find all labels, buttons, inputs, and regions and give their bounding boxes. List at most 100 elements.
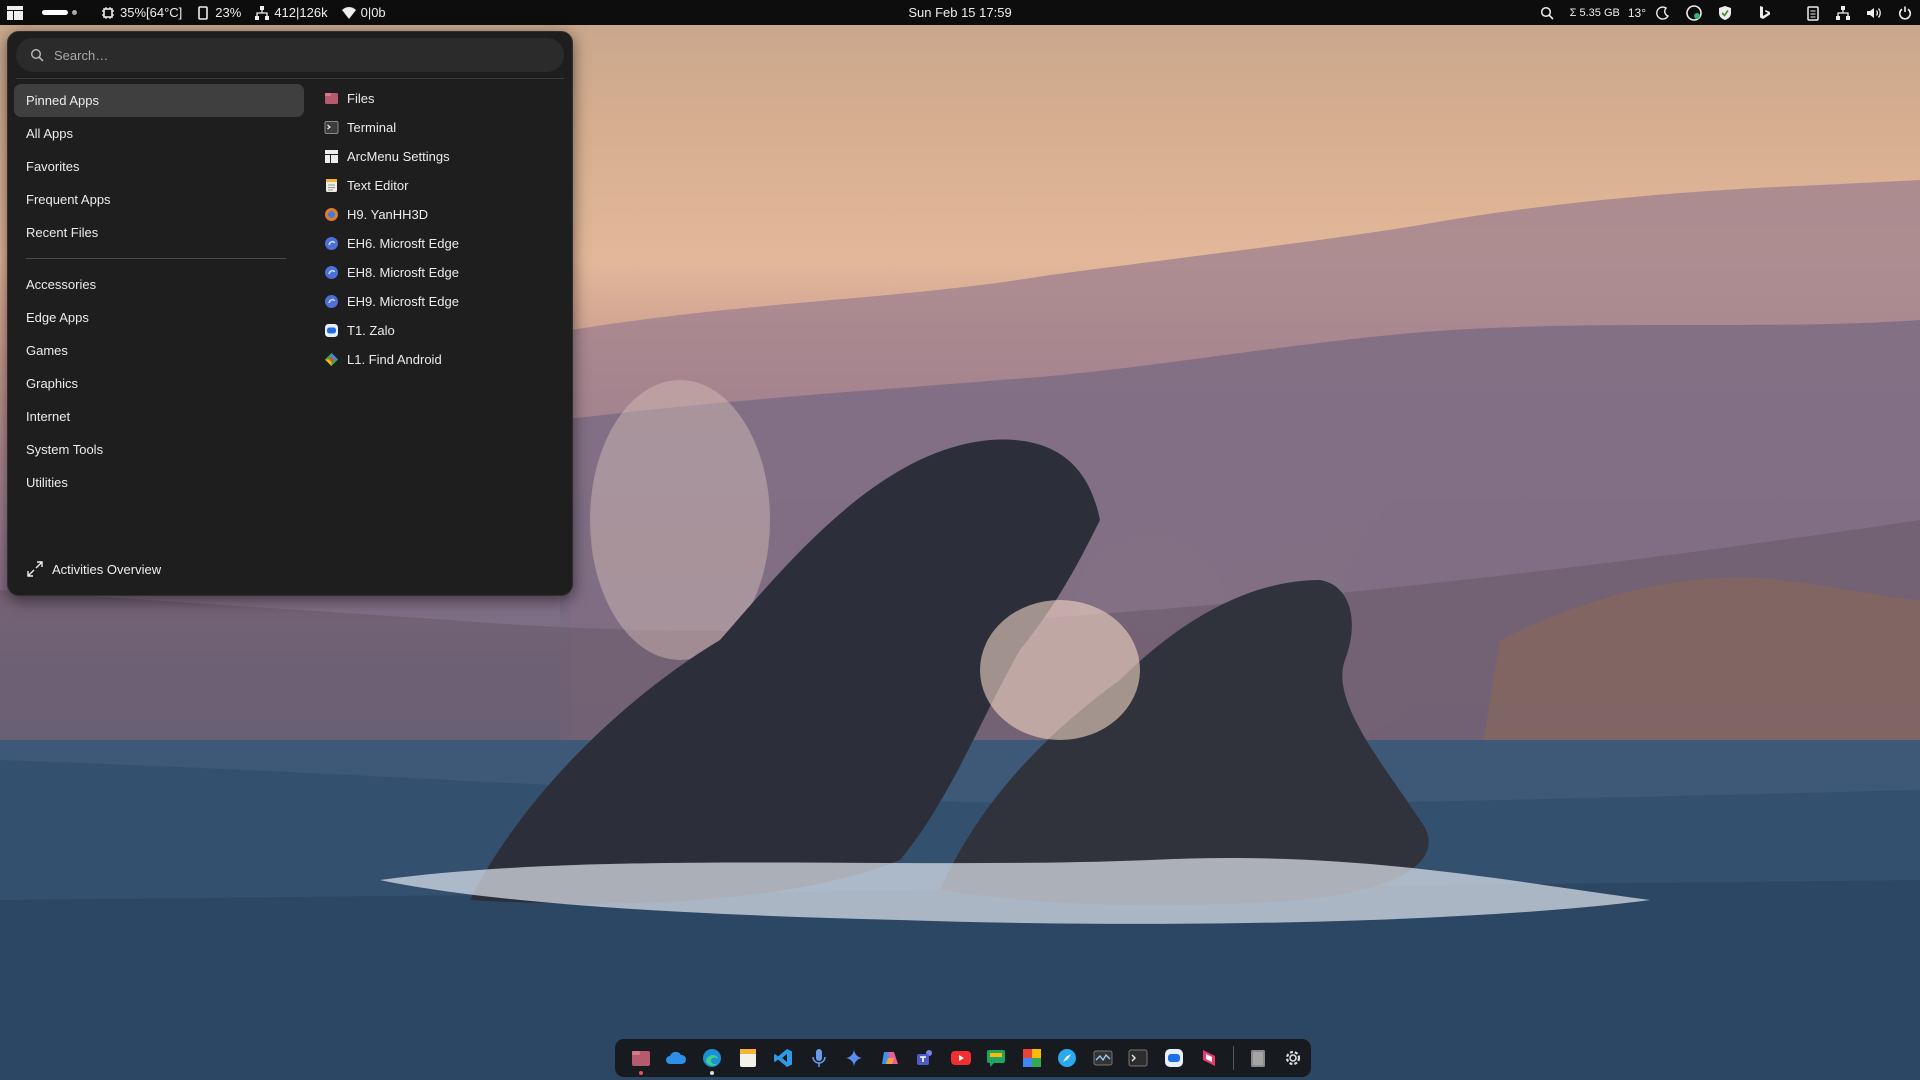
dock-item-voice-recorder[interactable] bbox=[808, 1047, 829, 1069]
search-icon[interactable] bbox=[1540, 6, 1554, 20]
edge-icon bbox=[703, 1049, 722, 1067]
dock-item-system-monitor[interactable] bbox=[1092, 1047, 1113, 1069]
category-pinned-apps[interactable]: Pinned Apps bbox=[14, 84, 304, 117]
safari-icon bbox=[1058, 1049, 1077, 1067]
category-internet[interactable]: Internet bbox=[14, 400, 304, 433]
teams-icon bbox=[917, 1050, 933, 1065]
trash-icon bbox=[1250, 1050, 1265, 1067]
dock-item-terminal[interactable] bbox=[1128, 1047, 1149, 1069]
shield-icon[interactable] bbox=[1718, 5, 1732, 21]
category-label: Utilities bbox=[26, 475, 68, 490]
dock-item-gemini[interactable] bbox=[843, 1047, 864, 1069]
app-text-editor[interactable]: Text Editor bbox=[324, 171, 564, 200]
dock-item-settings[interactable] bbox=[1282, 1047, 1303, 1069]
dock-item-diagram[interactable] bbox=[1199, 1047, 1220, 1069]
dock-item-trash[interactable] bbox=[1247, 1047, 1268, 1069]
network-icon[interactable] bbox=[1836, 5, 1850, 20]
app-eh8-edge[interactable]: EH8. Microsft Edge bbox=[324, 258, 564, 287]
night-light-icon[interactable] bbox=[1656, 5, 1670, 20]
search-bar[interactable] bbox=[16, 38, 564, 72]
app-find-android[interactable]: L1. Find Android bbox=[324, 345, 564, 374]
app-label: Files bbox=[347, 91, 375, 106]
app-terminal[interactable]: Terminal bbox=[324, 113, 564, 142]
diagram-icon bbox=[1203, 1050, 1216, 1066]
app-label: T1. Zalo bbox=[347, 323, 395, 338]
cpu-indicator[interactable]: 35%[64°C] bbox=[101, 5, 182, 20]
dock-item-chat[interactable] bbox=[986, 1047, 1007, 1069]
network-speed-indicator[interactable]: 412|126k bbox=[255, 5, 328, 20]
search-input[interactable] bbox=[52, 46, 536, 64]
settings-icon bbox=[1286, 1050, 1301, 1066]
category-recent-files[interactable]: Recent Files bbox=[14, 216, 304, 249]
category-label: Games bbox=[26, 343, 68, 358]
cpu-icon bbox=[102, 6, 114, 19]
dock-item-files[interactable] bbox=[630, 1047, 651, 1075]
copilot-icon bbox=[881, 1052, 898, 1064]
category-label: Graphics bbox=[26, 376, 79, 391]
app-menu: Pinned Apps All Apps Favorites Frequent … bbox=[7, 31, 573, 596]
terminal-icon bbox=[324, 121, 339, 134]
storage-stat[interactable]: Σ 5.35 GB bbox=[1570, 7, 1620, 19]
app-label: H9. YanHH3D bbox=[347, 207, 429, 222]
category-list: Pinned Apps All Apps Favorites Frequent … bbox=[14, 84, 304, 499]
dock-item-onedrive[interactable] bbox=[665, 1047, 687, 1069]
memory-indicator[interactable]: 23% bbox=[196, 5, 241, 20]
category-favorites[interactable]: Favorites bbox=[14, 150, 304, 183]
power-icon[interactable] bbox=[1898, 6, 1912, 20]
dock-item-youtube[interactable] bbox=[950, 1047, 972, 1069]
dock-item-notes[interactable] bbox=[737, 1047, 758, 1069]
category-accessories[interactable]: Accessories bbox=[14, 268, 304, 301]
app-arcmenu-settings[interactable]: ArcMenu Settings bbox=[324, 142, 564, 171]
bing-icon[interactable] bbox=[1758, 5, 1772, 21]
category-label: Accessories bbox=[26, 277, 97, 292]
app-label: Text Editor bbox=[347, 178, 409, 193]
terminal-icon bbox=[1128, 1049, 1148, 1067]
app-label: ArcMenu Settings bbox=[347, 149, 450, 164]
notes-icon bbox=[739, 1049, 756, 1067]
app-yanhh3d[interactable]: H9. YanHH3D bbox=[324, 200, 564, 229]
dock-item-photos[interactable] bbox=[1021, 1047, 1042, 1069]
workspace-indicator[interactable] bbox=[42, 10, 77, 15]
app-eh6-edge[interactable]: EH6. Microsft Edge bbox=[324, 229, 564, 258]
category-utilities[interactable]: Utilities bbox=[14, 466, 304, 499]
dock-item-teams[interactable] bbox=[914, 1047, 935, 1069]
arcmenu-button[interactable] bbox=[6, 5, 24, 21]
clock-text: Sun Feb 15 17:59 bbox=[908, 5, 1012, 20]
system-monitor-icon bbox=[1093, 1050, 1113, 1066]
memory-icon bbox=[198, 5, 209, 20]
traffic-indicator[interactable]: 0|0b bbox=[341, 5, 386, 20]
weather-temp[interactable]: 13° bbox=[1628, 6, 1646, 20]
memory-value: 23% bbox=[215, 5, 242, 20]
app-zalo[interactable]: T1. Zalo bbox=[324, 316, 564, 345]
dock-item-edge[interactable] bbox=[701, 1047, 722, 1075]
search-divider bbox=[16, 78, 564, 79]
category-label: Favorites bbox=[26, 159, 80, 174]
clock[interactable]: Sun Feb 15 17:59 bbox=[908, 0, 1011, 25]
app-files[interactable]: Files bbox=[324, 84, 564, 113]
category-frequent-apps[interactable]: Frequent Apps bbox=[14, 183, 304, 216]
zalo-icon bbox=[1164, 1049, 1183, 1067]
activities-overview-button[interactable]: Activities Overview bbox=[26, 560, 161, 578]
chat-icon bbox=[987, 1050, 1006, 1067]
category-games[interactable]: Games bbox=[14, 334, 304, 367]
dock-item-safari[interactable] bbox=[1057, 1047, 1078, 1069]
dock-item-copilot[interactable] bbox=[879, 1047, 900, 1069]
category-label: Internet bbox=[26, 409, 71, 424]
gemini-icon bbox=[845, 1049, 864, 1067]
volume-icon[interactable] bbox=[1866, 6, 1882, 20]
pinned-apps-list: Files Terminal ArcMenu Settings Text Edi… bbox=[324, 84, 564, 374]
category-graphics[interactable]: Graphics bbox=[14, 367, 304, 400]
category-system-tools[interactable]: System Tools bbox=[14, 433, 304, 466]
clipboard-icon[interactable] bbox=[1806, 5, 1820, 21]
category-edge-apps[interactable]: Edge Apps bbox=[14, 301, 304, 334]
dock-item-zalo[interactable] bbox=[1163, 1047, 1184, 1069]
app-eh9-edge[interactable]: EH9. Microsft Edge bbox=[324, 287, 564, 316]
edge-app-icon bbox=[325, 266, 338, 279]
dock-item-vscode[interactable] bbox=[772, 1047, 793, 1069]
category-divider bbox=[26, 258, 286, 259]
category-all-apps[interactable]: All Apps bbox=[14, 117, 304, 150]
sync-icon[interactable] bbox=[1686, 4, 1702, 21]
app-label: EH8. Microsft Edge bbox=[347, 265, 459, 280]
category-label: System Tools bbox=[26, 442, 104, 457]
arcmenu-icon bbox=[7, 5, 23, 20]
